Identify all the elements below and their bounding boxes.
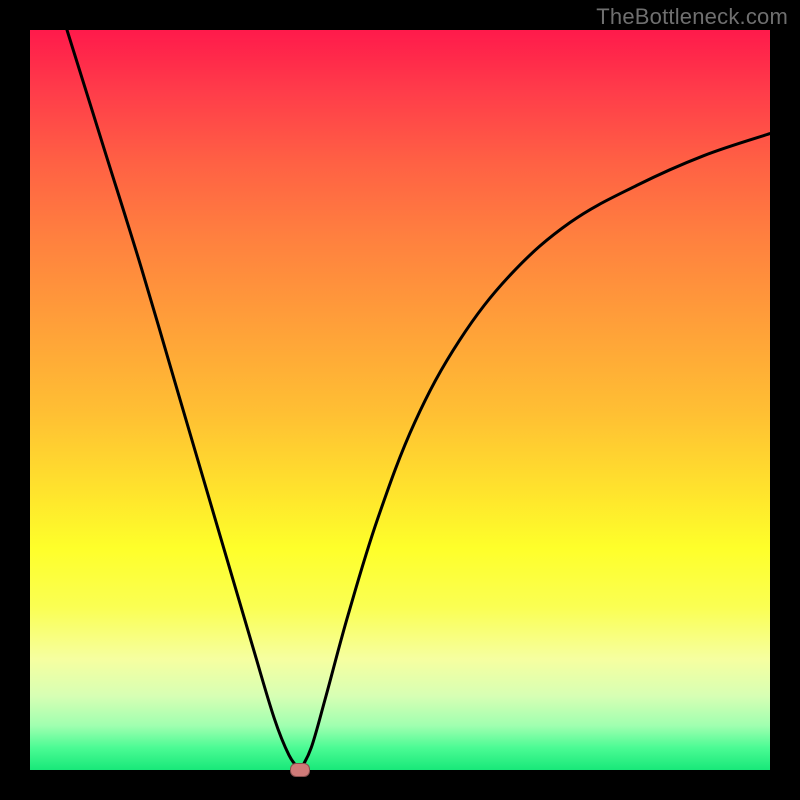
- min-point-marker: [290, 763, 310, 777]
- chart-frame: TheBottleneck.com: [0, 0, 800, 800]
- watermark-text: TheBottleneck.com: [596, 4, 788, 30]
- curve-right-branch: [300, 134, 770, 770]
- bottleneck-curve: [30, 30, 770, 770]
- plot-area: [30, 30, 770, 770]
- curve-left-branch: [67, 30, 300, 770]
